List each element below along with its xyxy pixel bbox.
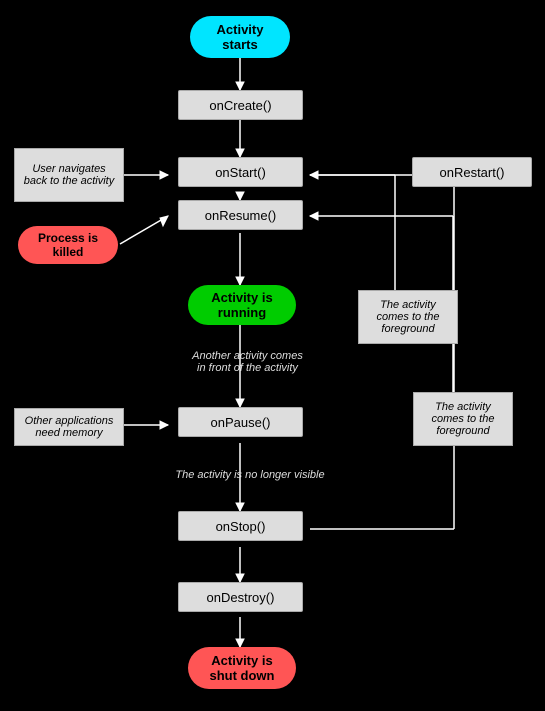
activity-running-oval: Activity is running: [188, 285, 296, 325]
on-resume-box: onResume(): [178, 200, 303, 230]
on-destroy-box: onDestroy(): [178, 582, 303, 612]
process-killed-oval: Process is killed: [18, 226, 118, 264]
not-visible-label: The activity is no longer visible: [160, 462, 340, 487]
on-create-box: onCreate(): [178, 90, 303, 120]
another-activity-label: Another activity comes in front of the a…: [170, 342, 325, 382]
activity-shutdown-oval: Activity is shut down: [188, 647, 296, 689]
on-pause-box: onPause(): [178, 407, 303, 437]
on-restart-box: onRestart(): [412, 157, 532, 187]
on-stop-box: onStop(): [178, 511, 303, 541]
foreground-label-2: The activity comes to the foreground: [413, 392, 513, 446]
on-start-box: onStart(): [178, 157, 303, 187]
foreground-label-1: The activity comes to the foreground: [358, 290, 458, 344]
activity-starts-oval: Activity starts: [190, 16, 290, 58]
user-navigates-label: User navigates back to the activity: [14, 148, 124, 202]
other-apps-label: Other applications need memory: [14, 408, 124, 446]
